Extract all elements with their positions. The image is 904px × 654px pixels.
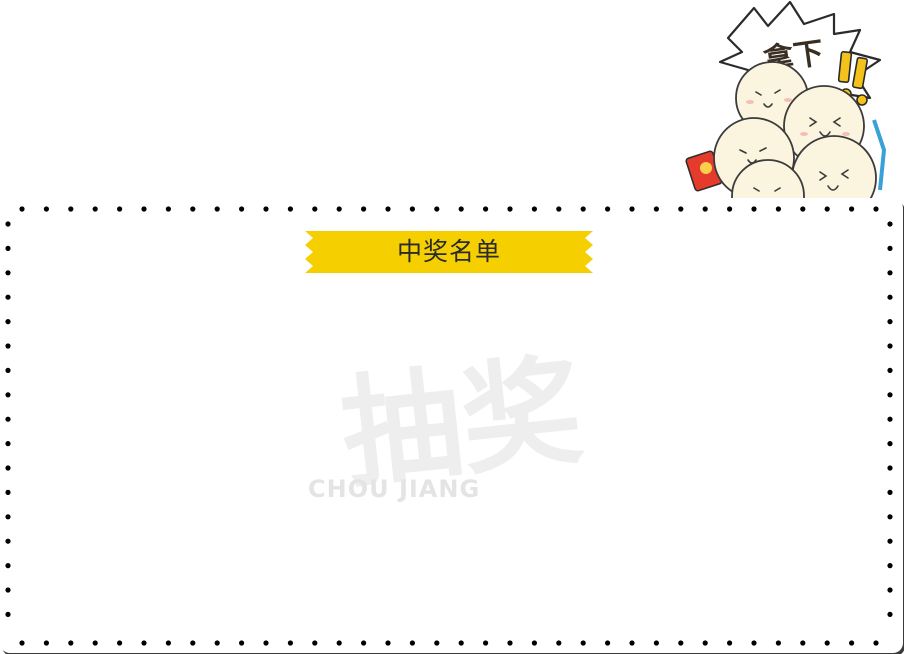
title-ribbon: 中奖名单 <box>305 231 593 273</box>
watermark-sub: CHOU JIANG <box>308 475 480 503</box>
watermark-logo: 抽奖 CHOU JIANG <box>302 340 602 505</box>
mascot-sticker: 拿下 <box>684 0 904 233</box>
panel-title: 中奖名单 <box>396 237 501 266</box>
